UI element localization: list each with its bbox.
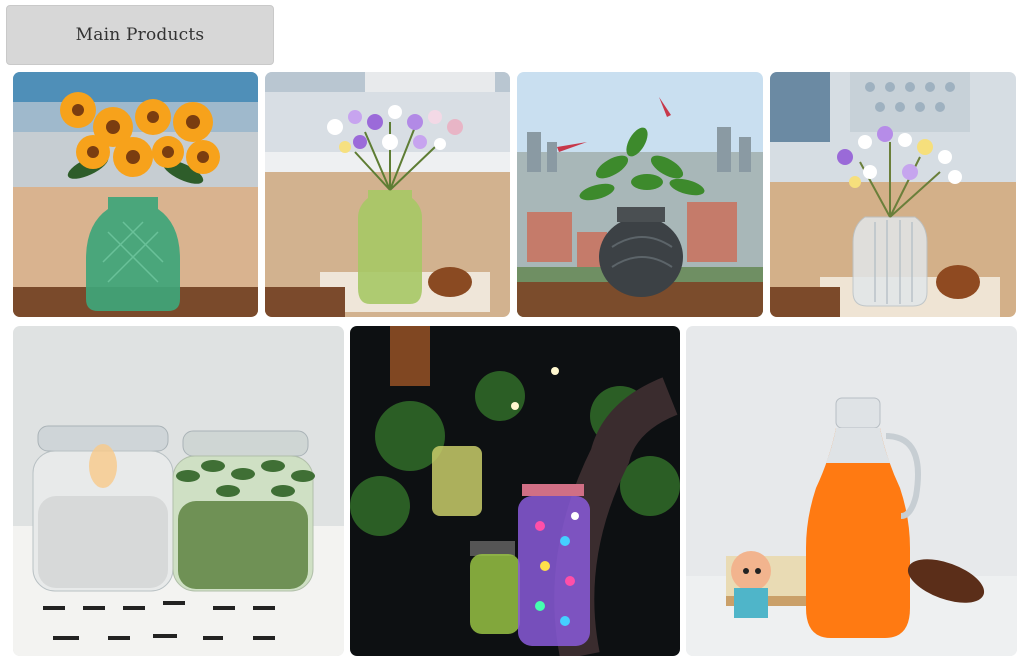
frosted-green-vase-wildflowers-image <box>265 72 510 317</box>
juice-jug-with-handle-image <box>686 326 1017 656</box>
product-tile-solar-lanterns[interactable] <box>350 326 680 656</box>
main-products-tab[interactable]: Main Products <box>6 5 274 65</box>
product-tile-candle-jars[interactable] <box>13 326 344 656</box>
product-tile-juice-jug[interactable] <box>686 326 1017 656</box>
solar-lantern-jars-night-image <box>350 326 680 656</box>
product-tile-green-vase-sunflowers[interactable] <box>13 72 258 317</box>
glass-candle-jars-image <box>13 326 344 656</box>
green-glass-vase-sunflowers-image <box>13 72 258 317</box>
product-tile-smoky-vase-city[interactable] <box>517 72 763 317</box>
main-products-label: Main Products <box>75 25 205 45</box>
ribbed-clear-vase-wildflowers-image <box>770 72 1016 317</box>
smoky-glass-vase-city-view-image <box>517 72 763 317</box>
product-tile-frosted-vase-wildflowers[interactable] <box>265 72 510 317</box>
product-tile-ribbed-vase-wildflowers[interactable] <box>770 72 1016 317</box>
